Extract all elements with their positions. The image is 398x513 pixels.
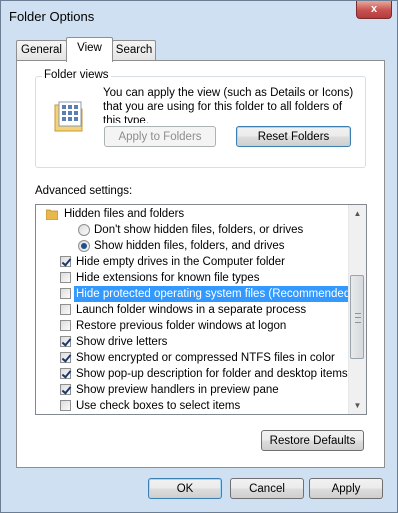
checkbox[interactable] xyxy=(60,256,71,267)
scrollbar-thumb[interactable] xyxy=(350,275,364,359)
apply-button[interactable]: Apply xyxy=(309,478,383,499)
radio-label: Show hidden files, folders, and drives xyxy=(94,240,285,252)
folder-views-description: You can apply the view (such as Details … xyxy=(103,87,354,123)
grip-icon xyxy=(355,313,361,323)
checkbox[interactable] xyxy=(60,288,71,299)
option-label: Launch folder windows in a separate proc… xyxy=(76,304,307,316)
checkbox[interactable] xyxy=(60,320,71,331)
checkbox[interactable] xyxy=(60,304,71,315)
checkbox[interactable] xyxy=(60,400,71,411)
tab-general[interactable]: General xyxy=(16,40,67,61)
tab-search[interactable]: Search xyxy=(112,40,156,61)
folder-icon xyxy=(46,209,58,220)
radio-label: Don't show hidden files, folders, or dri… xyxy=(94,224,304,236)
folder-views-icon xyxy=(54,101,83,132)
option-label: Show encrypted or compressed NTFS files … xyxy=(76,352,335,364)
folder-views-group: Folder views You can apply the view (suc… xyxy=(35,69,366,168)
checkbox[interactable] xyxy=(60,384,71,395)
view-tab-panel: Folder views You can apply the view (suc… xyxy=(16,60,385,468)
option-label: Show preview handlers in preview pane xyxy=(76,384,279,396)
option-label: Hide empty drives in the Computer folder xyxy=(76,256,286,268)
close-button[interactable]: x xyxy=(356,1,392,19)
option-label: Hide protected operating system files (R… xyxy=(74,286,357,302)
advanced-settings-label: Advanced settings: xyxy=(35,185,133,197)
checkbox[interactable] xyxy=(60,368,71,379)
close-icon: x xyxy=(370,3,378,15)
option-label: Show drive letters xyxy=(76,336,168,348)
reset-folders-button[interactable]: Reset Folders xyxy=(236,126,351,147)
scroll-up-arrow-icon[interactable]: ▲ xyxy=(349,205,366,222)
folder-views-label: Folder views xyxy=(42,69,111,81)
window-title: Folder Options xyxy=(9,9,95,24)
radio-button[interactable] xyxy=(78,224,90,236)
checkbox[interactable] xyxy=(60,352,71,363)
option-label: Restore previous folder windows at logon xyxy=(76,320,287,332)
checkbox[interactable] xyxy=(60,336,71,347)
checkbox[interactable] xyxy=(60,272,71,283)
ok-button[interactable]: OK xyxy=(148,478,222,499)
tab-view[interactable]: View xyxy=(66,37,113,62)
option-label: Use check boxes to select items xyxy=(76,400,241,412)
title-bar[interactable]: Folder Options x xyxy=(1,1,397,35)
advanced-settings-list[interactable]: Hidden files and folders Don't show hidd… xyxy=(35,204,367,415)
folder-options-window: Folder Options x General View Search Fol… xyxy=(0,0,398,513)
radio-button[interactable] xyxy=(78,240,90,252)
vertical-scrollbar[interactable]: ▲ ▼ xyxy=(348,205,366,414)
tree-item-label: Hidden files and folders xyxy=(64,208,185,220)
cancel-button[interactable]: Cancel xyxy=(230,478,304,499)
scroll-down-arrow-icon[interactable]: ▼ xyxy=(349,397,366,414)
apply-to-folders-button[interactable]: Apply to Folders xyxy=(104,126,216,147)
option-label: Show pop-up description for folder and d… xyxy=(76,368,348,380)
restore-defaults-button[interactable]: Restore Defaults xyxy=(261,430,364,451)
option-label: Hide extensions for known file types xyxy=(76,272,260,284)
